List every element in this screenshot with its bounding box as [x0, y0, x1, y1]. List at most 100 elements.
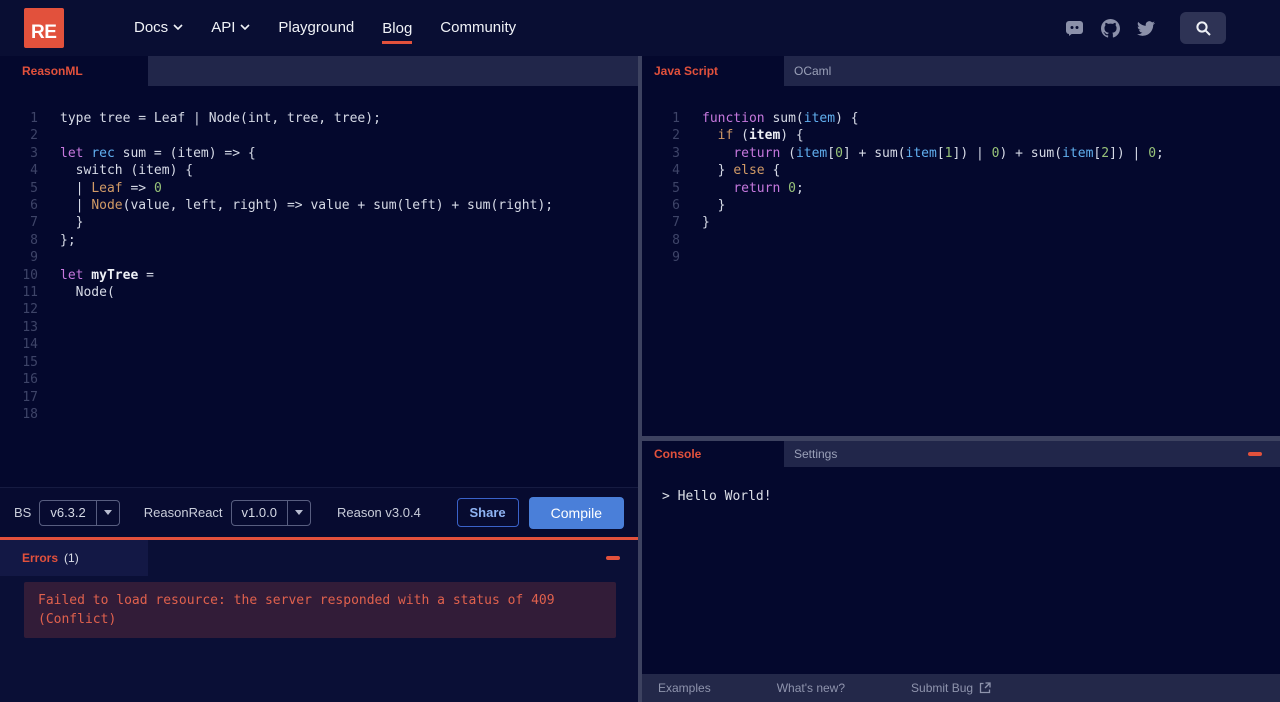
code-text: | Leaf => 0 — [60, 180, 162, 196]
code-line: 7} — [642, 214, 1280, 231]
code-line: 18 — [0, 406, 638, 423]
line-number: 1 — [30, 111, 38, 126]
navbar: RE Docs API Playground Blog Community — [0, 0, 1280, 56]
github-icon[interactable] — [1100, 18, 1120, 38]
code-line: 13 — [0, 319, 638, 336]
caret-down-icon — [97, 510, 119, 516]
footer-link-label: What's new? — [776, 681, 846, 695]
nav-link-blog[interactable]: Blog — [382, 20, 413, 44]
line-number: 1 — [672, 111, 680, 126]
code-line: 3 return (item[0] + sum(item[1]) | 0) + … — [642, 145, 1280, 162]
search-icon — [1195, 20, 1211, 36]
code-text: Node( — [60, 285, 115, 301]
line-number: 2 — [672, 128, 680, 144]
right-column: Java Script OCaml 1 function sum(item) { 2… — [642, 56, 1280, 702]
nav-links: Docs API Playground Blog Community — [134, 19, 516, 44]
tab-settings[interactable]: Settings — [784, 441, 847, 467]
nav-link-label: Community — [440, 18, 517, 36]
chevron-down-icon — [240, 24, 250, 30]
line-number: 17 — [22, 389, 38, 405]
tab-reasonml[interactable]: ReasonML — [0, 56, 148, 86]
discord-icon[interactable] — [1064, 18, 1084, 38]
footer-link-label: Submit Bug — [911, 681, 974, 695]
error-message: Failed to load resource: the server resp… — [24, 582, 616, 639]
tab-console[interactable]: Console — [642, 441, 784, 468]
line-number: 3 — [672, 145, 680, 161]
collapse-errors-button[interactable] — [606, 556, 620, 561]
nav-link-playground[interactable]: Playground — [278, 19, 354, 38]
code-line: 3 let rec sum = (item) => { — [0, 145, 638, 162]
code-text: if (item) { — [717, 128, 804, 144]
share-button[interactable]: Share — [456, 498, 519, 528]
line-number: 9 — [30, 250, 38, 266]
reasonreact-version-select[interactable]: v1.0.0 — [230, 499, 311, 526]
line-number: 15 — [22, 354, 38, 370]
compile-button[interactable]: Compile — [528, 496, 624, 529]
tab-errors[interactable]: Errors (1) — [0, 540, 148, 577]
javascript-output-editor[interactable]: 1 function sum(item) {2 if (item) {3 retu… — [642, 86, 1280, 437]
code-line: 16 — [0, 371, 638, 388]
code-line: 5 | Leaf => 0 — [0, 180, 638, 197]
line-number: 12 — [22, 302, 38, 318]
tab-ocaml[interactable]: OCaml — [784, 56, 841, 86]
line-number: 6 — [672, 198, 680, 214]
nav-link-label: Docs — [134, 18, 169, 36]
line-number: 7 — [30, 215, 38, 231]
line-number: 16 — [22, 372, 38, 388]
collapse-console-button[interactable] — [1248, 452, 1262, 457]
errors-count-badge: (1) — [64, 551, 79, 566]
line-number: 8 — [672, 232, 680, 248]
reasonreact-version-value: v1.0.0 — [241, 505, 277, 521]
reason-editor[interactable]: 1 type tree = Leaf | Node(int, tree, tree… — [0, 86, 638, 488]
footer-link-whats-new[interactable]: What's new? — [777, 681, 845, 695]
code-text: } else { — [702, 163, 781, 179]
footer-link-label: Examples — [658, 681, 711, 695]
errors-tab-label: Errors — [22, 551, 59, 566]
code-line: 15 — [0, 354, 638, 371]
toolbar: BS v6.3.2 ReasonReact v1.0.0 Reason v3.0… — [0, 487, 638, 538]
code-line: 9 — [642, 249, 1280, 266]
nav-link-docs[interactable]: Docs — [134, 19, 183, 38]
code-line: 17 — [0, 389, 638, 406]
code-line: 11 Node( — [0, 284, 638, 301]
code-line: 12 — [0, 301, 638, 318]
line-number: 2 — [30, 128, 38, 144]
line-number: 11 — [22, 285, 38, 301]
code-text: }; — [60, 232, 76, 248]
reason-tabstrip: ReasonML — [0, 56, 638, 86]
footer-link-examples[interactable]: Examples — [658, 681, 711, 695]
line-number: 9 — [672, 250, 680, 266]
code-line: 8 — [642, 232, 1280, 249]
reasonreact-label: ReasonReact — [143, 505, 223, 521]
code-text: } — [702, 215, 710, 231]
footer: Examples What's new? Submit Bug — [642, 674, 1280, 702]
code-text: } — [702, 198, 726, 214]
search-button[interactable] — [1180, 12, 1226, 44]
code-text: | Node(value, left, right) => value + su… — [60, 198, 554, 214]
code-text: function sum(item) { — [702, 111, 859, 126]
reason-version-text: Reason v3.0.4 — [336, 505, 421, 521]
code-line: 14 — [0, 336, 638, 353]
code-line: 8}; — [0, 232, 638, 249]
line-number: 14 — [22, 337, 38, 353]
left-column: ReasonML 1 type tree = Leaf | Node(int, t… — [0, 56, 638, 702]
code-text: return 0; — [733, 180, 804, 196]
code-line: 4 switch (item) { — [0, 162, 638, 179]
bs-version-select[interactable]: v6.3.2 — [39, 499, 120, 526]
nav-link-community[interactable]: Community — [440, 19, 516, 38]
errors-tabstrip: Errors (1) — [0, 540, 638, 577]
reason-logo[interactable]: RE — [24, 8, 64, 48]
code-text: return (item[0] + sum(item[1]) | 0) + su… — [733, 145, 1164, 161]
twitter-icon[interactable] — [1136, 18, 1156, 38]
code-line: 4 } else { — [642, 162, 1280, 179]
line-number: 5 — [30, 180, 38, 196]
line-number: 4 — [30, 163, 38, 179]
nav-link-label: API — [211, 18, 236, 36]
line-number: 4 — [672, 163, 680, 179]
code-line: 1 function sum(item) { — [642, 110, 1280, 127]
code-text: let rec sum = (item) => { — [60, 145, 256, 161]
footer-link-submit-bug[interactable]: Submit Bug — [911, 681, 991, 695]
nav-link-api[interactable]: API — [211, 19, 250, 38]
tab-javascript[interactable]: Java Script — [642, 56, 784, 86]
line-number: 7 — [672, 215, 680, 231]
